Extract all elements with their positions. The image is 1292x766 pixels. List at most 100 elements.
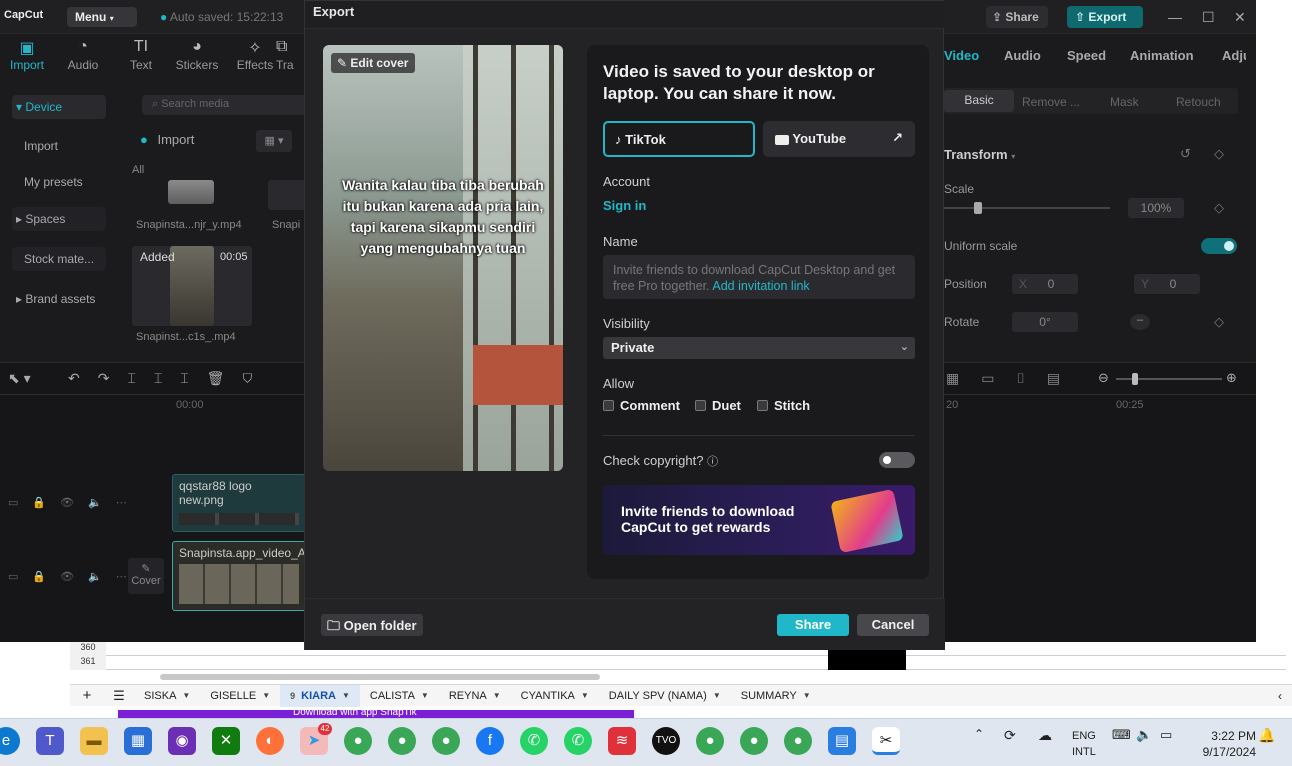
sync-icon[interactable]: ⟳ xyxy=(1004,727,1016,744)
whatsapp-icon[interactable]: ✆ xyxy=(520,727,548,755)
youtube-button[interactable]: YouTube ↗ xyxy=(763,121,915,157)
rotate-input[interactable]: 0° xyxy=(1012,312,1078,332)
duet-checkbox[interactable]: Duet xyxy=(695,398,741,413)
sheet-list-icon[interactable]: ☰ xyxy=(104,685,134,707)
tool-transitions[interactable]: ⧉ Tra xyxy=(276,38,306,72)
uniform-scale-toggle[interactable] xyxy=(1201,238,1237,254)
timeline-toolbar-icons[interactable]: ↶↷⌶⌶⌶🗑⛉ xyxy=(68,370,271,387)
horizontal-scrollbar[interactable] xyxy=(160,674,600,680)
zoom-out-icon[interactable]: ⊖ xyxy=(1098,370,1109,386)
zoom-in-icon[interactable]: ⊕ xyxy=(1226,370,1237,386)
rotate-dial-icon[interactable]: – xyxy=(1130,314,1150,330)
subtab-mask[interactable]: Mask xyxy=(1110,95,1139,109)
volume-icon[interactable]: 🔈 xyxy=(1136,727,1152,743)
position-y-input[interactable]: Y0 xyxy=(1134,274,1200,294)
share-button[interactable]: ⇪ Share xyxy=(986,6,1048,28)
scale-slider[interactable] xyxy=(944,207,1110,209)
name-field[interactable]: Invite friends to download CapCut Deskto… xyxy=(603,255,915,299)
export-button[interactable]: ⇧ Export xyxy=(1067,6,1143,28)
keyframe-icon[interactable]: ◇ xyxy=(1214,200,1224,216)
cover-button[interactable]: ✎ Cover xyxy=(128,558,164,594)
tool-stickers[interactable]: ◕ Stickers xyxy=(172,38,222,72)
tool-import[interactable]: ▣ Import xyxy=(2,38,52,72)
track-controls[interactable]: ▭🔒👁🔈⋯ xyxy=(8,496,141,509)
cancel-button[interactable]: Cancel xyxy=(857,614,929,636)
whatsapp-icon[interactable]: ✆ xyxy=(564,727,592,755)
clock[interactable]: 3:22 PM 9/17/2024 xyxy=(1192,728,1256,760)
sidebar-item-device[interactable]: ▾ Device xyxy=(12,95,106,119)
tab-audio[interactable]: Audio xyxy=(1004,48,1041,63)
app-icon[interactable]: TVO xyxy=(652,727,680,755)
notepad-icon[interactable]: ▤ xyxy=(828,727,856,755)
timeline-clip-video[interactable]: Snapinsta.app_video_Ar xyxy=(172,541,310,611)
language-indicator[interactable]: ENG INTL xyxy=(1072,728,1096,760)
keyframe-icon[interactable]: ◇ xyxy=(1214,314,1224,330)
battery-icon[interactable]: ▭ xyxy=(1160,727,1172,743)
position-x-input[interactable]: X0 xyxy=(1012,274,1078,294)
timeline-right-toolbar-icons[interactable]: ▦▭⌷▤ xyxy=(946,370,1082,387)
open-folder-button[interactable]: 🗀 Open folder xyxy=(321,614,423,636)
telegram-icon[interactable]: ➤ 42 xyxy=(300,723,332,755)
facebook-icon[interactable]: f xyxy=(476,727,504,755)
media-thumbnail[interactable] xyxy=(168,180,214,204)
scale-input[interactable]: 100% xyxy=(1128,198,1184,218)
firefox-icon[interactable]: ◐ xyxy=(256,727,284,755)
sidebar-item-import[interactable]: Import xyxy=(20,134,114,158)
sheet-tab[interactable]: SISKA ▼ xyxy=(134,685,200,707)
app-icon[interactable]: ≋ xyxy=(608,727,636,755)
subtab-basic[interactable]: Basic xyxy=(944,90,1014,112)
weather-icon[interactable]: ☁ xyxy=(1038,727,1052,744)
media-thumbnail[interactable] xyxy=(268,180,308,210)
track-controls[interactable]: ▭🔒👁🔈⋯ xyxy=(8,570,141,583)
chevron-up-icon[interactable]: ⌃ xyxy=(974,727,984,741)
tab-adjust[interactable]: Adju xyxy=(1222,48,1246,63)
tab-speed[interactable]: Speed xyxy=(1067,48,1106,63)
copyright-toggle[interactable] xyxy=(879,452,915,468)
comment-checkbox[interactable]: Comment xyxy=(603,398,680,413)
sign-in-link[interactable]: Sign in xyxy=(603,198,646,213)
store-icon[interactable]: ▦ xyxy=(124,727,152,755)
sidebar-item-spaces[interactable]: ▸ Spaces xyxy=(12,207,106,231)
sheet-tab[interactable]: CYANTIKA ▼ xyxy=(511,685,599,707)
add-invitation-link[interactable]: Add invitation link xyxy=(712,279,809,293)
sheet-tab-active[interactable]: 9 KIARA ▼ xyxy=(280,684,360,707)
tab-animation[interactable]: Animation xyxy=(1130,48,1194,63)
teams-icon[interactable]: T xyxy=(36,727,64,755)
close-icon[interactable]: ✕ xyxy=(1234,9,1246,26)
tool-effects[interactable]: ✧ Effects xyxy=(230,38,280,72)
sheet-tab[interactable]: GISELLE ▼ xyxy=(200,685,280,707)
select-tool-icon[interactable]: ⬉ ▾ xyxy=(8,370,31,387)
sidebar-item-presets[interactable]: My presets xyxy=(20,170,114,194)
timeline-clip-logo[interactable]: qqstar88 logo new.png xyxy=(172,474,306,532)
search-input[interactable]: ⌕ Search media xyxy=(142,95,307,115)
file-explorer-icon[interactable]: ▬ xyxy=(80,727,108,755)
chrome-icon[interactable]: ● xyxy=(784,727,812,755)
chrome-icon[interactable]: ● xyxy=(740,727,768,755)
chrome-icon[interactable]: ● xyxy=(344,727,372,755)
sheet-tab[interactable]: CALISTA ▼ xyxy=(360,685,439,707)
minimize-icon[interactable]: — xyxy=(1168,9,1182,25)
import-media-button[interactable]: ● Import xyxy=(140,132,240,154)
capcut-taskbar-icon[interactable]: ✂ xyxy=(872,727,900,755)
invite-banner[interactable]: Invite friends to download CapCut to get… xyxy=(603,485,915,555)
maximize-icon[interactable]: ☐ xyxy=(1202,9,1215,26)
chrome-icon[interactable]: ● xyxy=(432,727,460,755)
chrome-icon[interactable]: ● xyxy=(388,727,416,755)
sheet-tab[interactable]: DAILY SPV (NAMA) ▼ xyxy=(599,685,731,707)
subtab-remove[interactable]: Remove ... xyxy=(1022,95,1080,109)
view-toggle-icon[interactable]: ▦ ▾ xyxy=(256,130,292,152)
visibility-select[interactable]: Private ⌄ xyxy=(603,337,915,359)
tab-video[interactable]: Video xyxy=(944,48,979,63)
notification-bell-icon[interactable]: 🔔 xyxy=(1258,727,1275,744)
subtab-retouch[interactable]: Retouch xyxy=(1176,95,1221,109)
tool-text[interactable]: TI Text xyxy=(116,38,166,72)
filter-all[interactable]: All xyxy=(132,164,144,176)
share-submit-button[interactable]: Share xyxy=(777,614,849,636)
xbox-icon[interactable]: ✕ xyxy=(212,727,240,755)
network-icon[interactable]: ⌨ xyxy=(1112,727,1131,743)
sidebar-item-stock[interactable]: Stock mate... xyxy=(12,247,106,271)
chevron-left-icon[interactable]: ‹ xyxy=(1268,685,1292,707)
edit-cover-button[interactable]: ✎ Edit cover xyxy=(331,53,415,73)
add-sheet-button[interactable]: + xyxy=(70,685,104,707)
scale-slider-handle[interactable] xyxy=(974,202,982,214)
